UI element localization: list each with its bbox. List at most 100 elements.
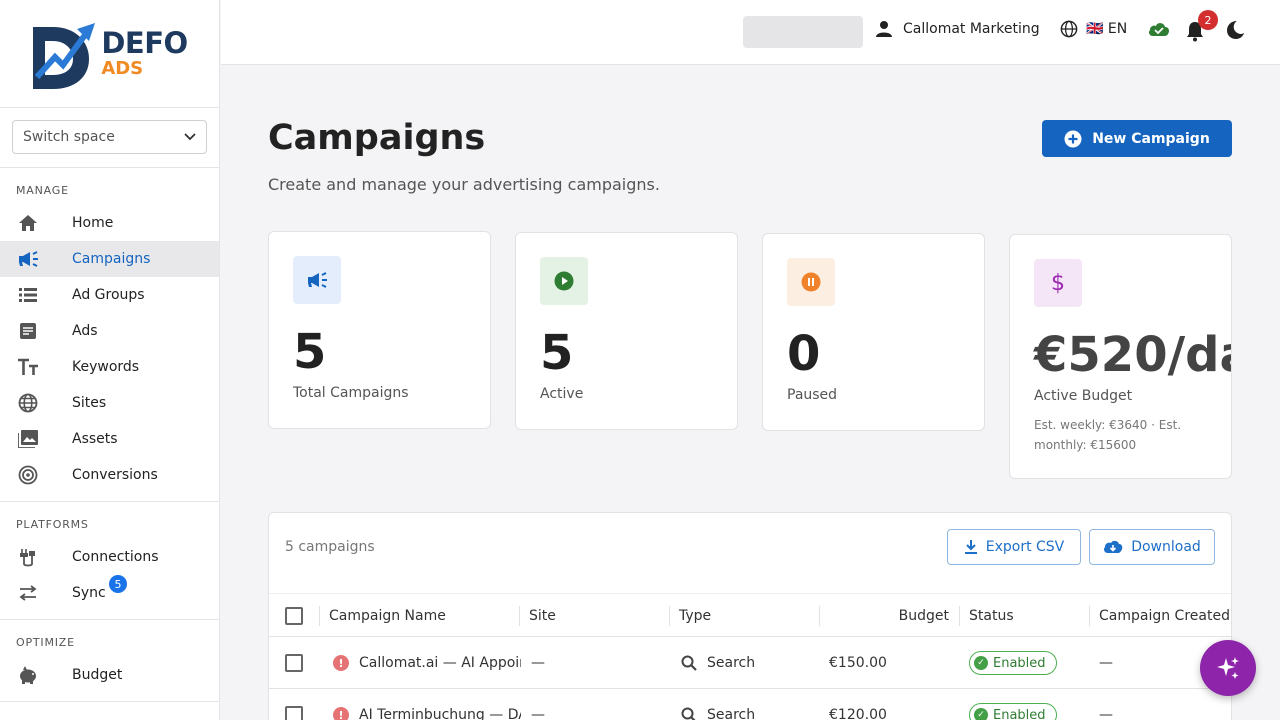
sidebar-item-sync[interactable]: Sync 5 bbox=[0, 575, 219, 611]
sidebar-item-assets[interactable]: Assets bbox=[0, 421, 219, 457]
sidebar-item-label: Home bbox=[72, 215, 114, 231]
language-selector[interactable]: 🇬🇧 EN bbox=[1060, 20, 1127, 38]
play-circle-icon bbox=[540, 257, 588, 305]
sidebar-item-label: Conversions bbox=[72, 467, 158, 483]
sidebar-item-label: Ad Groups bbox=[72, 287, 145, 303]
stat-value: 0 bbox=[787, 326, 821, 382]
column-header-campaign-created[interactable]: Campaign Created bbox=[1099, 594, 1230, 638]
new-campaign-label: New Campaign bbox=[1092, 130, 1210, 147]
search-icon bbox=[681, 707, 696, 720]
stat-card-budget: $ €520/day Active Budget Est. weekly: €3… bbox=[1009, 234, 1232, 479]
campaign-name: AI Terminbuchung — DACH bbox=[359, 707, 521, 720]
column-header-status[interactable]: Status bbox=[969, 594, 1014, 638]
pause-circle-icon bbox=[787, 258, 835, 306]
status-label: Enabled bbox=[993, 707, 1046, 720]
stat-value: €520/day bbox=[1034, 327, 1231, 383]
type-cell: Search bbox=[681, 637, 755, 689]
header-search-placeholder[interactable] bbox=[743, 16, 863, 48]
sidebar-item-label: Connections bbox=[72, 549, 159, 565]
sidebar-item-campaigns[interactable]: Campaigns bbox=[0, 241, 219, 277]
row-checkbox[interactable] bbox=[285, 689, 303, 720]
stat-label: Active Budget bbox=[1034, 388, 1133, 404]
app-logo[interactable]: DEFO ADS bbox=[31, 17, 188, 91]
target-icon bbox=[16, 463, 40, 487]
export-csv-button[interactable]: Export CSV bbox=[947, 529, 1081, 565]
ai-assistant-button[interactable] bbox=[1200, 640, 1256, 696]
sync-count-badge: 5 bbox=[109, 575, 127, 593]
user-name: Callomat Marketing bbox=[903, 21, 1040, 37]
person-icon bbox=[876, 21, 892, 37]
home-icon bbox=[16, 211, 40, 235]
logo-text-ads: ADS bbox=[101, 58, 144, 79]
switch-space-label: Switch space bbox=[23, 129, 115, 145]
column-header-campaign-name[interactable]: Campaign Name bbox=[329, 594, 446, 638]
swap-arrows-icon bbox=[16, 581, 40, 605]
created-cell: — bbox=[1099, 655, 1113, 671]
sidebar-item-ads[interactable]: Ads bbox=[0, 313, 219, 349]
user-menu[interactable]: Callomat Marketing bbox=[875, 20, 1040, 38]
cloud-sync-status-icon[interactable] bbox=[1147, 20, 1171, 42]
budget-estimate-note: Est. weekly: €3640 · Est. monthly: €1560… bbox=[1034, 418, 1182, 452]
campaign-count: 5 campaigns bbox=[285, 539, 375, 555]
table-row[interactable]: ! AI Terminbuchung — DACH — Search €120.… bbox=[269, 689, 1231, 720]
globe-icon bbox=[16, 391, 40, 415]
export-csv-label: Export CSV bbox=[985, 539, 1065, 555]
row-checkbox[interactable] bbox=[285, 637, 303, 689]
check-circle-icon: ✓ bbox=[974, 708, 988, 720]
sidebar-item-connections[interactable]: Connections bbox=[0, 539, 219, 575]
stat-card-total: 5 Total Campaigns bbox=[268, 231, 491, 429]
campaign-name: Callomat.ai — AI Appointment bbox=[359, 655, 521, 671]
stat-label: Total Campaigns bbox=[293, 385, 409, 401]
page-subtitle: Create and manage your advertising campa… bbox=[268, 175, 660, 194]
stat-card-paused: 0 Paused bbox=[762, 233, 985, 431]
megaphone-icon bbox=[16, 247, 40, 271]
switch-space-select[interactable]: Switch space bbox=[12, 120, 207, 154]
status-badge: ✓ Enabled bbox=[969, 703, 1057, 720]
nav-section-platforms: PLATFORMS Connections Sync 5 bbox=[0, 502, 219, 620]
sidebar-item-label: Keywords bbox=[72, 359, 140, 375]
new-campaign-button[interactable]: New Campaign bbox=[1042, 120, 1232, 157]
select-all-checkbox[interactable] bbox=[285, 594, 303, 638]
dark-mode-toggle-icon[interactable] bbox=[1225, 20, 1245, 44]
status-cell: ✓ Enabled bbox=[969, 637, 1057, 689]
table-row[interactable]: ! Callomat.ai — AI Appointment — Search … bbox=[269, 637, 1231, 689]
campaign-name-cell[interactable]: ! AI Terminbuchung — DACH bbox=[333, 689, 521, 720]
stat-label: Paused bbox=[787, 387, 838, 403]
download-button[interactable]: Download bbox=[1089, 529, 1215, 565]
status-badge: ✓ Enabled bbox=[969, 651, 1057, 675]
column-header-budget[interactable]: Budget bbox=[829, 594, 949, 638]
column-header-site[interactable]: Site bbox=[529, 594, 556, 638]
error-icon: ! bbox=[333, 655, 349, 671]
nav-section-manage: MANAGE Home Campaigns Ad Groups Ads Keyw… bbox=[0, 168, 219, 502]
page-title: Campaigns bbox=[268, 118, 486, 158]
sidebar-item-label: Sync bbox=[72, 585, 106, 601]
chevron-down-icon bbox=[184, 133, 196, 141]
logo-area: DEFO ADS bbox=[0, 0, 219, 108]
dollar-icon: $ bbox=[1034, 259, 1082, 307]
campaign-name-cell[interactable]: ! Callomat.ai — AI Appointment bbox=[333, 637, 521, 689]
status-label: Enabled bbox=[993, 655, 1046, 671]
campaigns-table-card: 5 campaigns Export CSV Download Campaign… bbox=[268, 512, 1232, 720]
site-cell: — bbox=[531, 655, 545, 671]
column-header-type[interactable]: Type bbox=[679, 594, 711, 638]
sidebar-item-conversions[interactable]: Conversions bbox=[0, 457, 219, 493]
nav-section-title: PLATFORMS bbox=[16, 518, 89, 531]
sidebar-item-sites[interactable]: Sites bbox=[0, 385, 219, 421]
sidebar-item-ad-groups[interactable]: Ad Groups bbox=[0, 277, 219, 313]
sidebar-item-label: Ads bbox=[72, 323, 98, 339]
sidebar-item-keywords[interactable]: Keywords bbox=[0, 349, 219, 385]
cable-icon bbox=[16, 545, 40, 569]
sparkle-icon bbox=[1217, 657, 1239, 679]
logo-mark-icon bbox=[33, 22, 96, 89]
top-header: Callomat Marketing 🇬🇧 EN 2 bbox=[221, 0, 1280, 65]
add-circle-icon bbox=[1064, 130, 1082, 147]
type-cell: Search bbox=[681, 689, 755, 720]
sidebar-item-home[interactable]: Home bbox=[0, 205, 219, 241]
article-icon bbox=[16, 319, 40, 343]
type-label: Search bbox=[707, 707, 756, 720]
piggy-bank-icon bbox=[16, 663, 40, 687]
sidebar-item-label: Campaigns bbox=[72, 251, 151, 267]
stat-card-active: 5 Active bbox=[515, 232, 738, 430]
megaphone-icon bbox=[293, 256, 341, 304]
sidebar-item-budget[interactable]: Budget bbox=[0, 657, 219, 693]
